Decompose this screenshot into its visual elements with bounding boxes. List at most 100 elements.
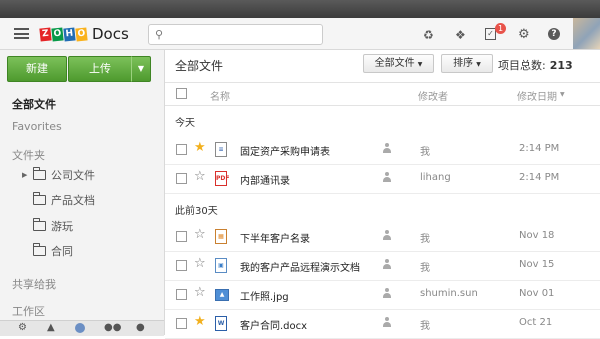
dropbox-icon[interactable]: ❖ [455,28,466,42]
spreadsheet-icon: ▦ [215,229,227,244]
sidebar-toolbar: ⚙ ▲ ●● ● [0,320,164,336]
modified-date: Oct 21 [519,317,553,328]
search-input[interactable] [169,27,318,43]
modified-date: Nov 15 [519,259,555,270]
upload-dropdown-icon[interactable]: ▼ [131,56,151,82]
modifier: 我 [420,234,430,245]
sidebar-item-workspace[interactable]: 工作区 [12,303,45,319]
sidebar-item-all-files[interactable]: 全部文件 [12,96,56,112]
upload-button[interactable]: 上传 [68,56,132,82]
star-icon[interactable]: ☆ [194,257,206,271]
notifications-icon[interactable]: ▲ [47,322,55,333]
contacts-icon[interactable]: ●● [104,322,121,333]
column-modifier[interactable]: 修改者 [418,88,448,103]
folder-icon [32,167,46,180]
modifier: 我 [420,321,430,332]
logo-letter-h: H [63,26,76,42]
filter-dropdown[interactable]: 全部文件 ▼ [363,54,434,73]
modifier: 我 [420,147,430,158]
filter-label: 全部文件 [374,58,415,69]
sidebar-folders-heading: 文件夹 [12,149,45,162]
new-button[interactable]: 新建 [7,56,67,82]
row-checkbox[interactable] [176,144,187,155]
sidebar-item-favorites[interactable]: Favorites [12,120,62,133]
table-row[interactable]: ☆ PDF 内部通讯录 lihang 2:14 PM [165,164,600,194]
row-checkbox[interactable] [176,231,187,242]
modified-date: Nov 18 [519,230,555,241]
zoho-docs-logo[interactable]: Z O H O Docs [39,24,129,44]
row-checkbox[interactable] [176,260,187,271]
word-icon: W [215,316,227,331]
folder-icon [32,218,46,231]
search-box[interactable]: ⚲ [148,24,323,45]
total-label: 项目总数: [498,59,546,72]
sidebar-item-shared-with-me[interactable]: 共享给我 [12,276,56,292]
star-icon[interactable]: ★ [194,141,206,155]
file-name[interactable]: 工作照.jpg [240,288,289,303]
image-icon: ▲ [215,289,229,301]
user-icon[interactable]: ● [136,322,145,333]
file-name[interactable]: 内部通讯录 [240,172,290,187]
person-icon [383,229,391,241]
menu-icon[interactable] [14,28,29,39]
modifier: shumin.sun [420,288,478,299]
sort-label: 排序 [453,58,474,69]
row-checkbox[interactable] [176,318,187,329]
person-icon [383,316,391,328]
chevron-down-icon: ▼ [476,61,481,68]
table-header: 名称 修改者 修改日期 ▼ [165,82,600,106]
settings-icon[interactable]: ⚙ [518,28,530,42]
pdf-icon: PDF [215,171,229,186]
person-icon [383,287,391,299]
tasks-badge: 1 [495,23,506,34]
window-titlebar [0,0,600,18]
folder-icon [32,192,46,205]
sidebar-folder-contracts[interactable]: 合同 [32,243,73,259]
sort-desc-icon: ▼ [560,91,565,98]
table-row[interactable]: ☆ ▲ 工作照.jpg shumin.sun Nov 01 [165,280,600,310]
sidebar-folder-trips[interactable]: 游玩 [32,218,73,234]
help-icon[interactable]: ? [548,28,560,40]
row-checkbox[interactable] [176,173,187,184]
person-icon [383,142,391,154]
star-icon[interactable]: ☆ [194,170,206,184]
select-all-checkbox[interactable] [176,88,187,99]
presentation-icon: ▣ [215,258,227,273]
folder-icon [32,243,46,256]
file-name[interactable]: 固定资产采购申请表 [240,143,330,158]
folder-label: 公司文件 [51,169,95,182]
main-panel: 全部文件 全部文件 ▼ 排序 ▼ 项目总数: 213 名称 修改者 修改日期 ▼ … [165,50,600,339]
file-name[interactable]: 我的客户产品远程演示文档 [240,259,360,274]
document-icon: ≡ [215,142,227,157]
logo-letter-o1: O [51,26,64,42]
row-checkbox[interactable] [176,289,187,300]
person-icon [383,258,391,270]
folder-label: 游玩 [51,220,73,233]
sync-icon[interactable]: ♻ [423,28,434,42]
user-avatar[interactable] [573,18,600,49]
table-row[interactable]: ☆ ▦ 下半年客户名录 我 Nov 18 [165,222,600,252]
logo-product-name: Docs [92,25,129,43]
group-today: 今天 [175,118,195,129]
file-name[interactable]: 下半年客户名录 [240,230,310,245]
table-row[interactable]: ☆ ▣ 我的客户产品远程演示文档 我 Nov 15 [165,251,600,281]
column-date[interactable]: 修改日期 [517,88,557,103]
table-row[interactable]: ★ ≡ 固定资产采购申请表 我 2:14 PM [165,135,600,165]
chat-icon[interactable] [75,323,85,333]
star-icon[interactable]: ☆ [194,286,206,300]
bottom-settings-icon[interactable]: ⚙ [18,322,27,333]
chevron-down-icon: ▼ [417,61,423,68]
total-value: 213 [549,59,573,72]
star-icon[interactable]: ★ [194,315,206,329]
sidebar-folder-company[interactable]: ▶ 公司文件 [22,167,95,183]
person-icon [383,171,391,183]
expand-icon[interactable]: ▶ [22,171,27,179]
file-name[interactable]: 客户合同.docx [240,317,307,332]
sidebar-folder-product-docs[interactable]: 产品文档 [32,192,95,208]
column-name[interactable]: 名称 [210,88,230,103]
page-title: 全部文件 [175,59,224,73]
star-icon[interactable]: ☆ [194,228,206,242]
sort-dropdown[interactable]: 排序 ▼ [441,54,493,73]
modified-date: Nov 01 [519,288,555,299]
modified-date: 2:14 PM [519,172,560,183]
